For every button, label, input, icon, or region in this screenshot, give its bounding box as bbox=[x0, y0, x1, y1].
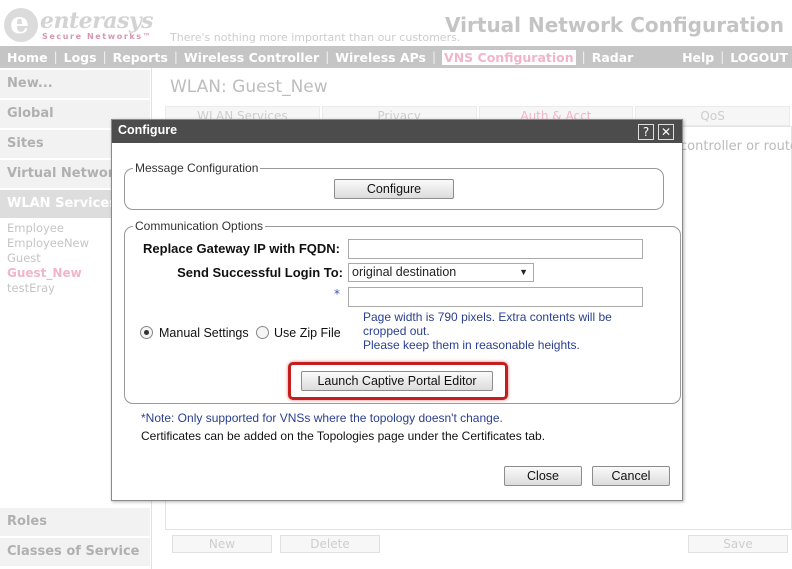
configure-dialog: Configure ? ✕ Message Configuration Conf… bbox=[111, 119, 683, 501]
message-configuration-legend: Message Configuration bbox=[135, 161, 259, 175]
login-destination-value: original destination bbox=[352, 265, 457, 279]
help-icon[interactable]: ? bbox=[638, 124, 654, 140]
certificates-note: Certificates can be added on the Topolog… bbox=[141, 429, 546, 443]
redirect-url-input[interactable] bbox=[348, 287, 643, 307]
login-destination-select[interactable]: original destination ▼ bbox=[348, 263, 534, 282]
vns-topology-note: *Note: Only supported for VNSs where the… bbox=[141, 411, 503, 425]
login-destination-label: Send Successful Login To: bbox=[177, 265, 343, 280]
dialog-title: Configure bbox=[118, 123, 178, 137]
page-width-note-line2: Please keep them in reasonable heights. bbox=[363, 338, 580, 352]
manual-settings-radio[interactable] bbox=[140, 326, 153, 339]
manual-settings-label[interactable]: Manual Settings bbox=[159, 326, 249, 340]
chevron-down-icon: ▼ bbox=[519, 267, 528, 277]
fqdn-input[interactable] bbox=[348, 239, 643, 259]
launch-captive-portal-editor-button[interactable]: Launch Captive Portal Editor bbox=[301, 371, 493, 391]
close-icon[interactable]: ✕ bbox=[658, 124, 674, 140]
page-width-note-line1: Page width is 790 pixels. Extra contents… bbox=[363, 310, 612, 338]
configure-message-button[interactable]: Configure bbox=[334, 179, 454, 199]
communication-options-legend: Communication Options bbox=[135, 219, 264, 233]
required-marker: * bbox=[334, 287, 340, 301]
close-button[interactable]: Close bbox=[504, 466, 582, 486]
dialog-titlebar[interactable]: Configure ? ✕ bbox=[112, 120, 682, 143]
zip-file-radio[interactable] bbox=[256, 326, 269, 339]
page-width-note: Page width is 790 pixels. Extra contents… bbox=[363, 310, 643, 352]
fqdn-label: Replace Gateway IP with FQDN: bbox=[143, 241, 340, 256]
cancel-button[interactable]: Cancel bbox=[592, 466, 670, 486]
zip-file-label[interactable]: Use Zip File bbox=[274, 326, 341, 340]
